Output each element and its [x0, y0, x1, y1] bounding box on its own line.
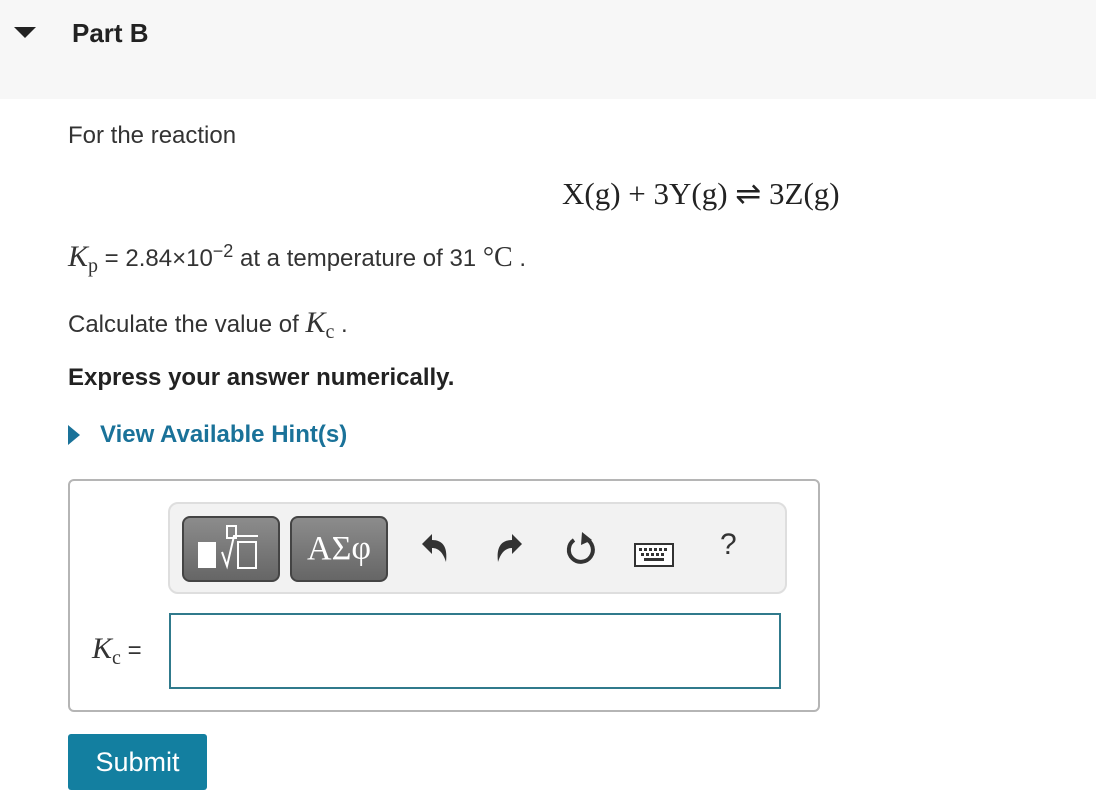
kp-subscript: p	[88, 255, 99, 277]
answer-label-symbol: K	[92, 632, 113, 665]
kp-exponent: −2	[212, 241, 234, 261]
reaction-equation: X(g) + 3Y(g) ⇌ 3Z(g)	[562, 176, 840, 211]
kp-statement: Kp = 2.84×10−2 at a temperature of 31 °C…	[68, 240, 526, 278]
answer-label: Kc =	[92, 632, 142, 670]
collapse-caret-icon[interactable]	[14, 27, 36, 38]
period: .	[512, 245, 527, 272]
reset-icon[interactable]	[564, 532, 598, 576]
math-toolbar: ΑΣφ ?	[168, 502, 787, 594]
hint-label: View Available Hint(s)	[100, 421, 348, 448]
intro-text: For the reaction	[68, 122, 237, 149]
answer-label-subscript: c	[112, 647, 121, 669]
keyboard-icon[interactable]	[634, 538, 674, 575]
question-text: Calculate the value of Kc .	[68, 306, 348, 344]
answer-label-equals: =	[120, 637, 142, 664]
instruction-text: Express your answer numerically.	[68, 364, 455, 391]
greek-symbols-button[interactable]: ΑΣφ	[290, 516, 388, 582]
kp-value: = 2.84×10	[98, 245, 213, 272]
expand-triangle-icon	[68, 425, 80, 445]
part-header[interactable]: Part B	[0, 0, 1096, 99]
kc-symbol: K	[305, 306, 326, 339]
kp-symbol: K	[68, 240, 89, 273]
redo-icon[interactable]	[494, 532, 526, 574]
kp-temperature: at a temperature of 31	[233, 245, 483, 272]
question-prefix: Calculate the value of	[68, 311, 306, 338]
part-title: Part B	[72, 18, 149, 48]
help-button[interactable]: ?	[720, 528, 737, 562]
templates-icon	[198, 525, 258, 570]
question-suffix: .	[334, 311, 348, 338]
temp-unit: °C	[482, 242, 513, 273]
answer-input[interactable]	[169, 613, 781, 689]
templates-button[interactable]	[182, 516, 280, 582]
submit-button[interactable]: Submit	[68, 734, 207, 790]
undo-icon[interactable]	[418, 532, 450, 574]
view-hints-link[interactable]: View Available Hint(s)	[68, 421, 347, 449]
